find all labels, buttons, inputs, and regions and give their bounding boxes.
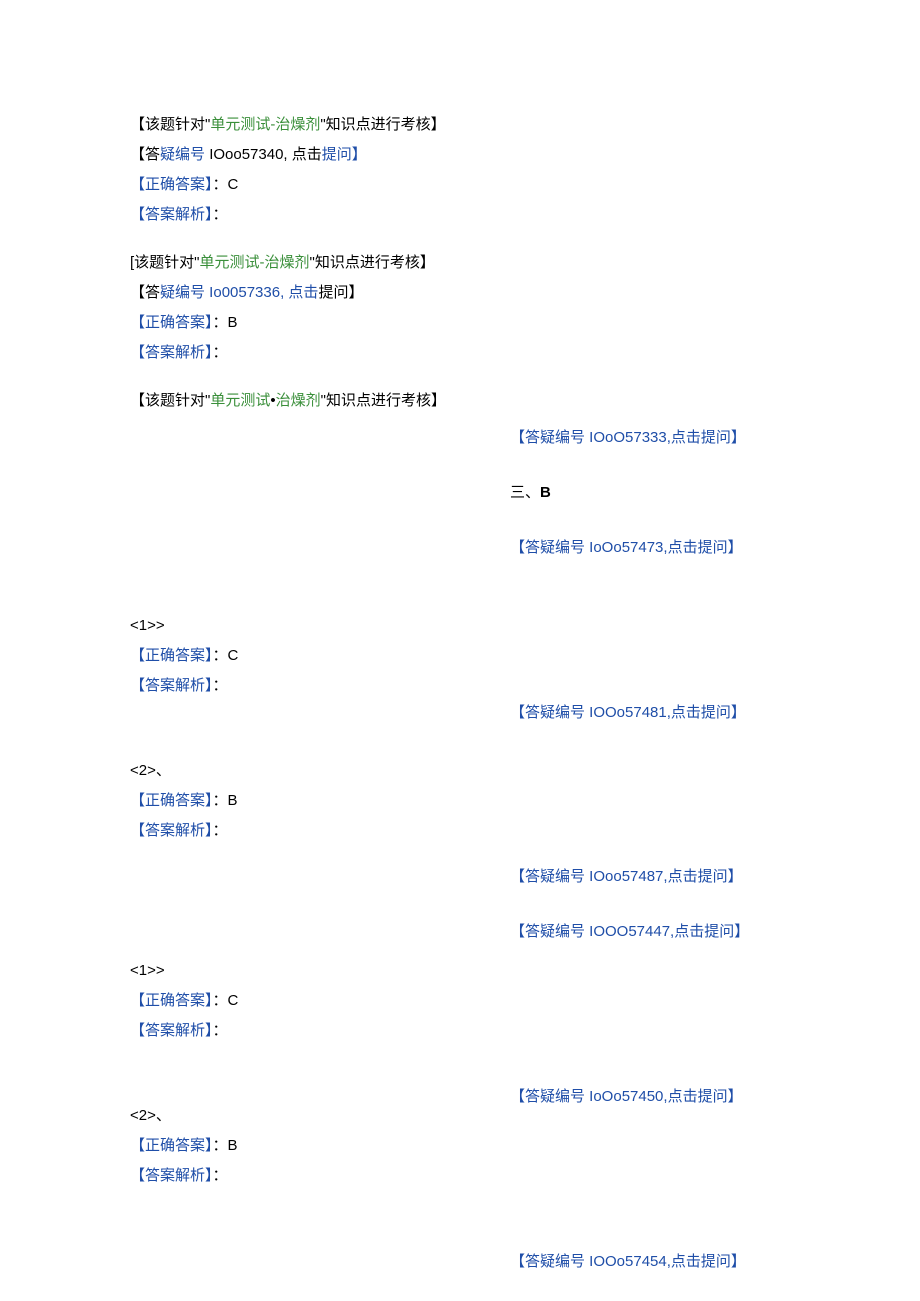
correct-answer-line: 【正确答案】：C xyxy=(130,641,790,671)
question-id-line: 【答疑编号 Io0057336, 点击提问】 xyxy=(130,278,790,308)
knowledge-point-name: 单元测试-治燥剂 xyxy=(210,116,320,133)
question-id-link[interactable]: 【答疑编号 IOOO57447,点击提问】 xyxy=(510,917,749,947)
analysis-line: 【答案解析】： xyxy=(130,1016,790,1046)
text: 疑编号 Io0057336, 点击 xyxy=(160,284,318,301)
text: ： xyxy=(213,206,228,223)
analysis-label: 【答案解析】 xyxy=(130,1022,213,1039)
analysis-label: 【答案解析】 xyxy=(130,822,213,839)
text: 提问】 xyxy=(322,146,367,163)
text: ： xyxy=(213,344,228,361)
analysis-label: 【答案解析】 xyxy=(130,677,213,694)
section-letter: B xyxy=(540,484,551,501)
section-heading: 三、B xyxy=(510,478,551,508)
text: "知识点进行考核】 xyxy=(320,116,445,133)
document-page: 【该题针对"单元测试-治燥剂"知识点进行考核】 【答疑编号 IOoo57340,… xyxy=(0,0,920,1301)
correct-answer-label: 【正确答案】 xyxy=(130,176,213,193)
correct-answer-line: 【正确答案】：B xyxy=(130,1131,790,1161)
text: ： xyxy=(213,1022,228,1039)
question-id-text: 【答疑编号 IoOo57450,点击提问】 xyxy=(510,1088,743,1105)
text: 【答 xyxy=(130,146,160,163)
question-id-text: 【答疑编号 IOoO57333,点击提问】 xyxy=(510,429,746,446)
question-id-text: 【答疑编号 IOOO57447,点击提问】 xyxy=(510,923,749,940)
question-id-link[interactable]: 【答疑编号 IoOo57450,点击提问】 xyxy=(510,1082,743,1112)
analysis-label: 【答案解析】 xyxy=(130,344,213,361)
question-id-text: 【答疑编号 IOoo57487,点击提问】 xyxy=(510,868,743,885)
correct-answer-label: 【正确答案】 xyxy=(130,992,213,1009)
section-number: 三、 xyxy=(510,484,540,501)
sub-index: <1>> xyxy=(130,956,790,986)
text: ： xyxy=(213,822,228,839)
correct-answer-line: 【正确答案】：B xyxy=(130,786,790,816)
text: 疑编号 xyxy=(160,146,209,163)
analysis-label: 【答案解析】 xyxy=(130,206,213,223)
answer-block-1: 【该题针对"单元测试-治燥剂"知识点进行考核】 【答疑编号 IOoo57340,… xyxy=(130,110,790,230)
text: 【该题针对" xyxy=(130,116,210,133)
knowledge-point-name: 治燥剂 xyxy=(276,392,321,409)
correct-answer-value: ：B xyxy=(213,314,238,331)
correct-answer-value: ：B xyxy=(213,792,238,809)
question-id-text: 【答疑编号 IoOo57473,点击提问】 xyxy=(510,539,743,556)
answer-block-2: [该题针对"单元测试-治燥剂"知识点进行考核】 【答疑编号 Io0057336,… xyxy=(130,248,790,368)
analysis-line: 【答案解析】： xyxy=(130,200,790,230)
knowledge-point-line: 【该题针对"单元测试-治燥剂"知识点进行考核】 xyxy=(130,110,790,140)
text: ： xyxy=(213,1167,228,1184)
correct-answer-value: ：C xyxy=(213,176,239,193)
knowledge-point-name: 单元测试-治燥剂 xyxy=(200,254,310,271)
question-id-link[interactable]: 【答疑编号 IoOo57473,点击提问】 xyxy=(510,533,743,563)
question-id-line: 【答疑编号 IOoo57340, 点击提问】 xyxy=(130,140,790,170)
question-id-link[interactable]: 【答疑编号 IOOo57454,点击提问】 xyxy=(510,1247,746,1277)
text: 【答 xyxy=(130,284,160,301)
text: 提问】 xyxy=(318,284,363,301)
answer-block-3: 【该题针对"单元测试•治燥剂"知识点进行考核】 xyxy=(130,386,790,416)
text: 【该题针对" xyxy=(130,392,210,409)
analysis-line: 【答案解析】： xyxy=(130,671,790,701)
question-id-text: 【答疑编号 IOOo57481,点击提问】 xyxy=(510,704,746,721)
correct-answer-line: 【正确答案】：C xyxy=(130,170,790,200)
correct-answer-line: 【正确答案】：B xyxy=(130,308,790,338)
correct-answer-value: ：C xyxy=(213,992,239,1009)
correct-answer-label: 【正确答案】 xyxy=(130,314,213,331)
text: IOoo57340, 点击 xyxy=(209,146,322,163)
knowledge-point-name: 单元测试 xyxy=(210,392,270,409)
text: "知识点进行考核】 xyxy=(321,392,446,409)
question-id-link[interactable]: 【答疑编号 IOoO57333,点击提问】 xyxy=(510,423,746,453)
correct-answer-value: ：C xyxy=(213,647,239,664)
qa-block-4: <2>、 【正确答案】：B 【答案解析】： xyxy=(130,1101,790,1191)
text: ： xyxy=(213,677,228,694)
analysis-line: 【答案解析】： xyxy=(130,338,790,368)
qa-block-1: <1>> 【正确答案】：C 【答案解析】： xyxy=(130,611,790,701)
qa-block-2: <2>、 【正确答案】：B 【答案解析】： xyxy=(130,756,790,846)
text: "知识点进行考核】 xyxy=(310,254,435,271)
correct-answer-value: ：B xyxy=(213,1137,238,1154)
knowledge-point-line: [该题针对"单元测试-治燥剂"知识点进行考核】 xyxy=(130,248,790,278)
correct-answer-label: 【正确答案】 xyxy=(130,647,213,664)
knowledge-point-line: 【该题针对"单元测试•治燥剂"知识点进行考核】 xyxy=(130,386,790,416)
sub-index: <1>> xyxy=(130,611,790,641)
sub-index: <2>、 xyxy=(130,756,790,786)
text: [该题针对" xyxy=(130,254,200,271)
correct-answer-label: 【正确答案】 xyxy=(130,1137,213,1154)
question-id-link[interactable]: 【答疑编号 IOoo57487,点击提问】 xyxy=(510,862,743,892)
qa-block-3: <1>> 【正确答案】：C 【答案解析】： xyxy=(130,956,790,1046)
question-id-text: 【答疑编号 IOOo57454,点击提问】 xyxy=(510,1253,746,1270)
analysis-line: 【答案解析】： xyxy=(130,1161,790,1191)
correct-answer-line: 【正确答案】：C xyxy=(130,986,790,1016)
question-id-link[interactable]: 【答疑编号 IOOo57481,点击提问】 xyxy=(510,698,746,728)
correct-answer-label: 【正确答案】 xyxy=(130,792,213,809)
analysis-label: 【答案解析】 xyxy=(130,1167,213,1184)
analysis-line: 【答案解析】： xyxy=(130,816,790,846)
